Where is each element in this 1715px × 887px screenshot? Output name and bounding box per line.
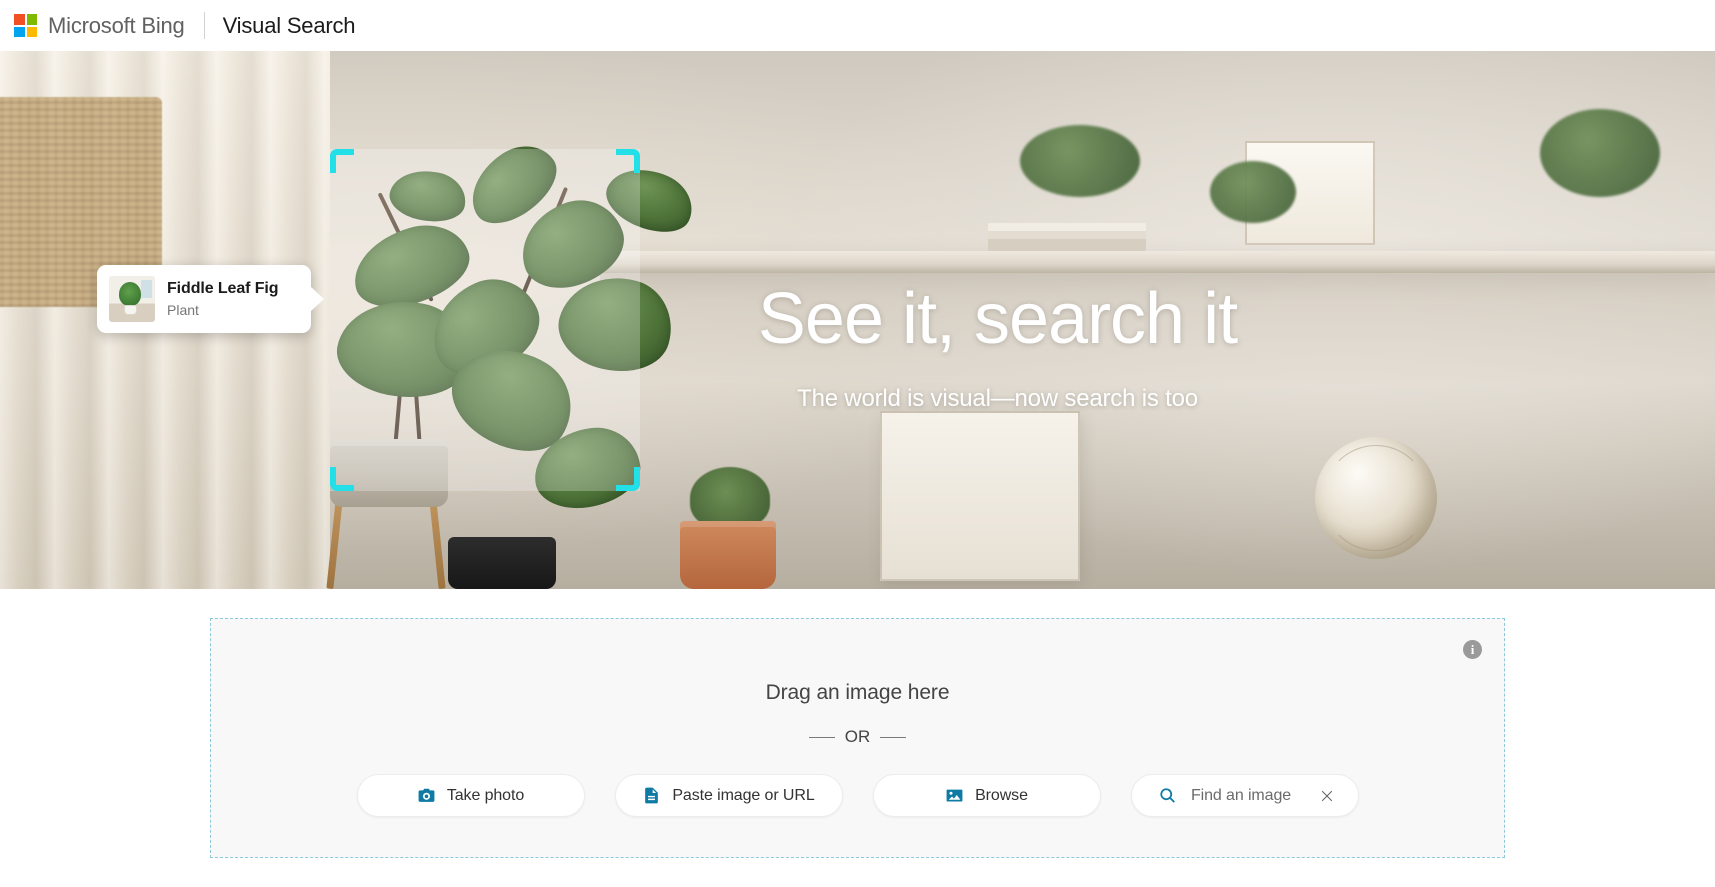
browse-label: Browse	[975, 786, 1028, 804]
paste-image-or-url-button[interactable]: Paste image or URL	[614, 774, 843, 817]
app-header: Microsoft Bing Visual Search	[0, 0, 1715, 51]
entity-card-title: Fiddle Leaf Fig	[167, 279, 279, 297]
thumbnail-plant	[119, 282, 141, 306]
logo-square-orange	[14, 14, 25, 25]
hanging-plant-decoration	[1020, 125, 1140, 197]
plant-thumbnail-icon	[109, 276, 155, 322]
hero-subheadline: The world is visual—now search is too	[797, 385, 1198, 412]
header-divider	[203, 12, 205, 39]
document-icon	[642, 786, 661, 805]
books-decoration	[988, 223, 1146, 251]
take-photo-label: Take photo	[446, 786, 525, 804]
image-dropzone[interactable]: i Drag an image here OR Take photo Paste…	[210, 618, 1505, 858]
take-photo-button[interactable]: Take photo	[356, 774, 585, 817]
or-rule-right	[880, 736, 907, 738]
microsoft-logo-icon[interactable]	[14, 14, 37, 37]
info-icon[interactable]: i	[1463, 640, 1482, 659]
shelf-decoration	[600, 251, 1715, 273]
paste-image-or-url-label: Paste image or URL	[672, 786, 815, 804]
small-plant-decoration	[690, 467, 770, 529]
hanging-plant-decoration	[1540, 109, 1660, 197]
selection-handle-top-left[interactable]	[330, 149, 354, 173]
page-title: Visual Search	[222, 12, 356, 38]
find-an-image-field[interactable]: Find an image	[1130, 774, 1359, 817]
find-an-image-placeholder: Find an image	[1190, 786, 1292, 804]
selection-handle-bottom-left[interactable]	[330, 467, 354, 491]
or-label: OR	[844, 727, 871, 746]
selection-handle-bottom-right[interactable]	[616, 467, 640, 491]
or-rule-left	[808, 736, 835, 738]
globe-decoration	[1315, 437, 1437, 559]
camera-icon	[417, 786, 436, 805]
brand-name[interactable]: Microsoft Bing	[48, 13, 185, 39]
thumbnail-wall-art	[141, 280, 152, 298]
selection-handle-top-right[interactable]	[616, 149, 640, 173]
hanging-plant-decoration	[1210, 161, 1296, 223]
framed-art-decoration	[880, 411, 1080, 581]
logo-square-yellow	[26, 26, 37, 37]
entity-card-subtitle: Plant	[167, 301, 199, 318]
browse-button[interactable]: Browse	[872, 774, 1101, 817]
close-icon[interactable]	[1319, 788, 1335, 804]
drag-image-label: Drag an image here	[765, 681, 950, 704]
dropzone-section: i Drag an image here OR Take photo Paste…	[0, 589, 1715, 887]
hero-banner: Fiddle Leaf Fig Plant See it, search it …	[0, 51, 1715, 589]
entity-result-card[interactable]: Fiddle Leaf Fig Plant	[97, 265, 311, 333]
terracotta-pot-decoration	[680, 521, 776, 589]
or-separator: OR	[211, 727, 1504, 747]
logo-square-green	[26, 14, 37, 25]
search-icon	[1158, 786, 1177, 805]
logo-square-blue	[14, 26, 25, 37]
entity-card-text: Fiddle Leaf Fig Plant	[167, 279, 279, 320]
dropzone-action-buttons: Take photo Paste image or URL Browse Fin…	[211, 774, 1504, 817]
thumbnail-pot	[124, 305, 137, 315]
black-basket-decoration	[448, 537, 556, 589]
image-icon	[945, 786, 964, 805]
hero-headline: See it, search it	[757, 279, 1238, 359]
